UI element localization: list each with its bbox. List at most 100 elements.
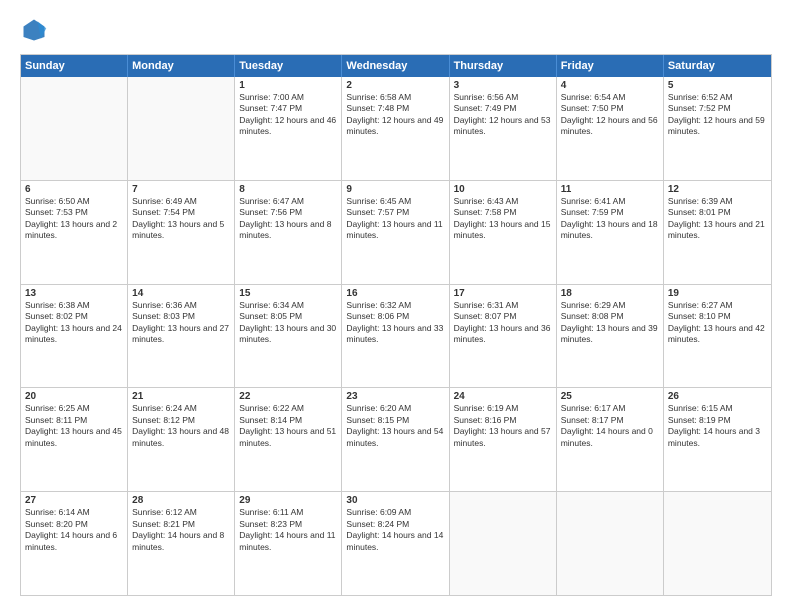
header-day: Friday (557, 55, 664, 77)
calendar-cell: 10Sunrise: 6:43 AM Sunset: 7:58 PM Dayli… (450, 181, 557, 284)
day-info: Sunrise: 6:17 AM Sunset: 8:17 PM Dayligh… (561, 403, 659, 449)
calendar-body: 1Sunrise: 7:00 AM Sunset: 7:47 PM Daylig… (21, 77, 771, 595)
day-info: Sunrise: 6:58 AM Sunset: 7:48 PM Dayligh… (346, 92, 444, 138)
day-number: 20 (25, 391, 123, 402)
calendar-cell: 25Sunrise: 6:17 AM Sunset: 8:17 PM Dayli… (557, 388, 664, 491)
calendar-row: 27Sunrise: 6:14 AM Sunset: 8:20 PM Dayli… (21, 491, 771, 595)
calendar-cell (450, 492, 557, 595)
calendar-cell: 5Sunrise: 6:52 AM Sunset: 7:52 PM Daylig… (664, 77, 771, 180)
day-info: Sunrise: 6:15 AM Sunset: 8:19 PM Dayligh… (668, 403, 767, 449)
day-info: Sunrise: 6:52 AM Sunset: 7:52 PM Dayligh… (668, 92, 767, 138)
calendar-cell: 19Sunrise: 6:27 AM Sunset: 8:10 PM Dayli… (664, 285, 771, 388)
day-number: 1 (239, 80, 337, 91)
calendar-cell: 20Sunrise: 6:25 AM Sunset: 8:11 PM Dayli… (21, 388, 128, 491)
day-info: Sunrise: 6:11 AM Sunset: 8:23 PM Dayligh… (239, 507, 337, 553)
calendar-row: 1Sunrise: 7:00 AM Sunset: 7:47 PM Daylig… (21, 77, 771, 180)
day-number: 18 (561, 288, 659, 299)
calendar-cell: 28Sunrise: 6:12 AM Sunset: 8:21 PM Dayli… (128, 492, 235, 595)
calendar-row: 20Sunrise: 6:25 AM Sunset: 8:11 PM Dayli… (21, 387, 771, 491)
calendar-cell: 1Sunrise: 7:00 AM Sunset: 7:47 PM Daylig… (235, 77, 342, 180)
calendar-cell: 30Sunrise: 6:09 AM Sunset: 8:24 PM Dayli… (342, 492, 449, 595)
day-info: Sunrise: 6:43 AM Sunset: 7:58 PM Dayligh… (454, 196, 552, 242)
day-number: 28 (132, 495, 230, 506)
day-number: 6 (25, 184, 123, 195)
header-day: Tuesday (235, 55, 342, 77)
day-info: Sunrise: 6:14 AM Sunset: 8:20 PM Dayligh… (25, 507, 123, 553)
day-info: Sunrise: 6:56 AM Sunset: 7:49 PM Dayligh… (454, 92, 552, 138)
calendar-cell: 26Sunrise: 6:15 AM Sunset: 8:19 PM Dayli… (664, 388, 771, 491)
day-number: 29 (239, 495, 337, 506)
calendar-header: SundayMondayTuesdayWednesdayThursdayFrid… (21, 55, 771, 77)
day-info: Sunrise: 6:27 AM Sunset: 8:10 PM Dayligh… (668, 300, 767, 346)
calendar-cell: 13Sunrise: 6:38 AM Sunset: 8:02 PM Dayli… (21, 285, 128, 388)
calendar-row: 13Sunrise: 6:38 AM Sunset: 8:02 PM Dayli… (21, 284, 771, 388)
day-info: Sunrise: 6:25 AM Sunset: 8:11 PM Dayligh… (25, 403, 123, 449)
calendar-cell (21, 77, 128, 180)
day-number: 13 (25, 288, 123, 299)
day-number: 4 (561, 80, 659, 91)
calendar-cell (557, 492, 664, 595)
day-info: Sunrise: 6:36 AM Sunset: 8:03 PM Dayligh… (132, 300, 230, 346)
day-number: 9 (346, 184, 444, 195)
calendar-cell: 29Sunrise: 6:11 AM Sunset: 8:23 PM Dayli… (235, 492, 342, 595)
calendar: SundayMondayTuesdayWednesdayThursdayFrid… (20, 54, 772, 596)
day-number: 16 (346, 288, 444, 299)
logo (20, 16, 52, 44)
day-info: Sunrise: 7:00 AM Sunset: 7:47 PM Dayligh… (239, 92, 337, 138)
day-number: 3 (454, 80, 552, 91)
calendar-cell: 21Sunrise: 6:24 AM Sunset: 8:12 PM Dayli… (128, 388, 235, 491)
day-number: 11 (561, 184, 659, 195)
header (20, 16, 772, 44)
day-number: 14 (132, 288, 230, 299)
day-info: Sunrise: 6:38 AM Sunset: 8:02 PM Dayligh… (25, 300, 123, 346)
day-info: Sunrise: 6:45 AM Sunset: 7:57 PM Dayligh… (346, 196, 444, 242)
calendar-cell: 3Sunrise: 6:56 AM Sunset: 7:49 PM Daylig… (450, 77, 557, 180)
calendar-cell: 6Sunrise: 6:50 AM Sunset: 7:53 PM Daylig… (21, 181, 128, 284)
day-info: Sunrise: 6:09 AM Sunset: 8:24 PM Dayligh… (346, 507, 444, 553)
day-number: 5 (668, 80, 767, 91)
day-number: 12 (668, 184, 767, 195)
day-info: Sunrise: 6:39 AM Sunset: 8:01 PM Dayligh… (668, 196, 767, 242)
calendar-cell: 12Sunrise: 6:39 AM Sunset: 8:01 PM Dayli… (664, 181, 771, 284)
day-info: Sunrise: 6:24 AM Sunset: 8:12 PM Dayligh… (132, 403, 230, 449)
calendar-cell: 8Sunrise: 6:47 AM Sunset: 7:56 PM Daylig… (235, 181, 342, 284)
logo-icon (20, 16, 48, 44)
header-day: Monday (128, 55, 235, 77)
calendar-cell (664, 492, 771, 595)
day-info: Sunrise: 6:47 AM Sunset: 7:56 PM Dayligh… (239, 196, 337, 242)
day-number: 25 (561, 391, 659, 402)
day-number: 2 (346, 80, 444, 91)
day-info: Sunrise: 6:49 AM Sunset: 7:54 PM Dayligh… (132, 196, 230, 242)
day-info: Sunrise: 6:12 AM Sunset: 8:21 PM Dayligh… (132, 507, 230, 553)
day-number: 27 (25, 495, 123, 506)
day-number: 19 (668, 288, 767, 299)
header-day: Thursday (450, 55, 557, 77)
calendar-cell: 18Sunrise: 6:29 AM Sunset: 8:08 PM Dayli… (557, 285, 664, 388)
day-info: Sunrise: 6:54 AM Sunset: 7:50 PM Dayligh… (561, 92, 659, 138)
calendar-cell: 14Sunrise: 6:36 AM Sunset: 8:03 PM Dayli… (128, 285, 235, 388)
day-info: Sunrise: 6:22 AM Sunset: 8:14 PM Dayligh… (239, 403, 337, 449)
calendar-row: 6Sunrise: 6:50 AM Sunset: 7:53 PM Daylig… (21, 180, 771, 284)
day-number: 17 (454, 288, 552, 299)
calendar-cell: 4Sunrise: 6:54 AM Sunset: 7:50 PM Daylig… (557, 77, 664, 180)
day-number: 30 (346, 495, 444, 506)
calendar-cell: 23Sunrise: 6:20 AM Sunset: 8:15 PM Dayli… (342, 388, 449, 491)
calendar-cell: 9Sunrise: 6:45 AM Sunset: 7:57 PM Daylig… (342, 181, 449, 284)
day-number: 8 (239, 184, 337, 195)
calendar-cell: 27Sunrise: 6:14 AM Sunset: 8:20 PM Dayli… (21, 492, 128, 595)
calendar-cell: 11Sunrise: 6:41 AM Sunset: 7:59 PM Dayli… (557, 181, 664, 284)
day-info: Sunrise: 6:31 AM Sunset: 8:07 PM Dayligh… (454, 300, 552, 346)
day-number: 7 (132, 184, 230, 195)
day-info: Sunrise: 6:19 AM Sunset: 8:16 PM Dayligh… (454, 403, 552, 449)
header-day: Wednesday (342, 55, 449, 77)
day-number: 24 (454, 391, 552, 402)
day-info: Sunrise: 6:20 AM Sunset: 8:15 PM Dayligh… (346, 403, 444, 449)
calendar-cell: 15Sunrise: 6:34 AM Sunset: 8:05 PM Dayli… (235, 285, 342, 388)
header-day: Saturday (664, 55, 771, 77)
calendar-cell: 22Sunrise: 6:22 AM Sunset: 8:14 PM Dayli… (235, 388, 342, 491)
page: SundayMondayTuesdayWednesdayThursdayFrid… (0, 0, 792, 612)
calendar-cell: 7Sunrise: 6:49 AM Sunset: 7:54 PM Daylig… (128, 181, 235, 284)
day-info: Sunrise: 6:50 AM Sunset: 7:53 PM Dayligh… (25, 196, 123, 242)
day-number: 10 (454, 184, 552, 195)
calendar-cell: 17Sunrise: 6:31 AM Sunset: 8:07 PM Dayli… (450, 285, 557, 388)
